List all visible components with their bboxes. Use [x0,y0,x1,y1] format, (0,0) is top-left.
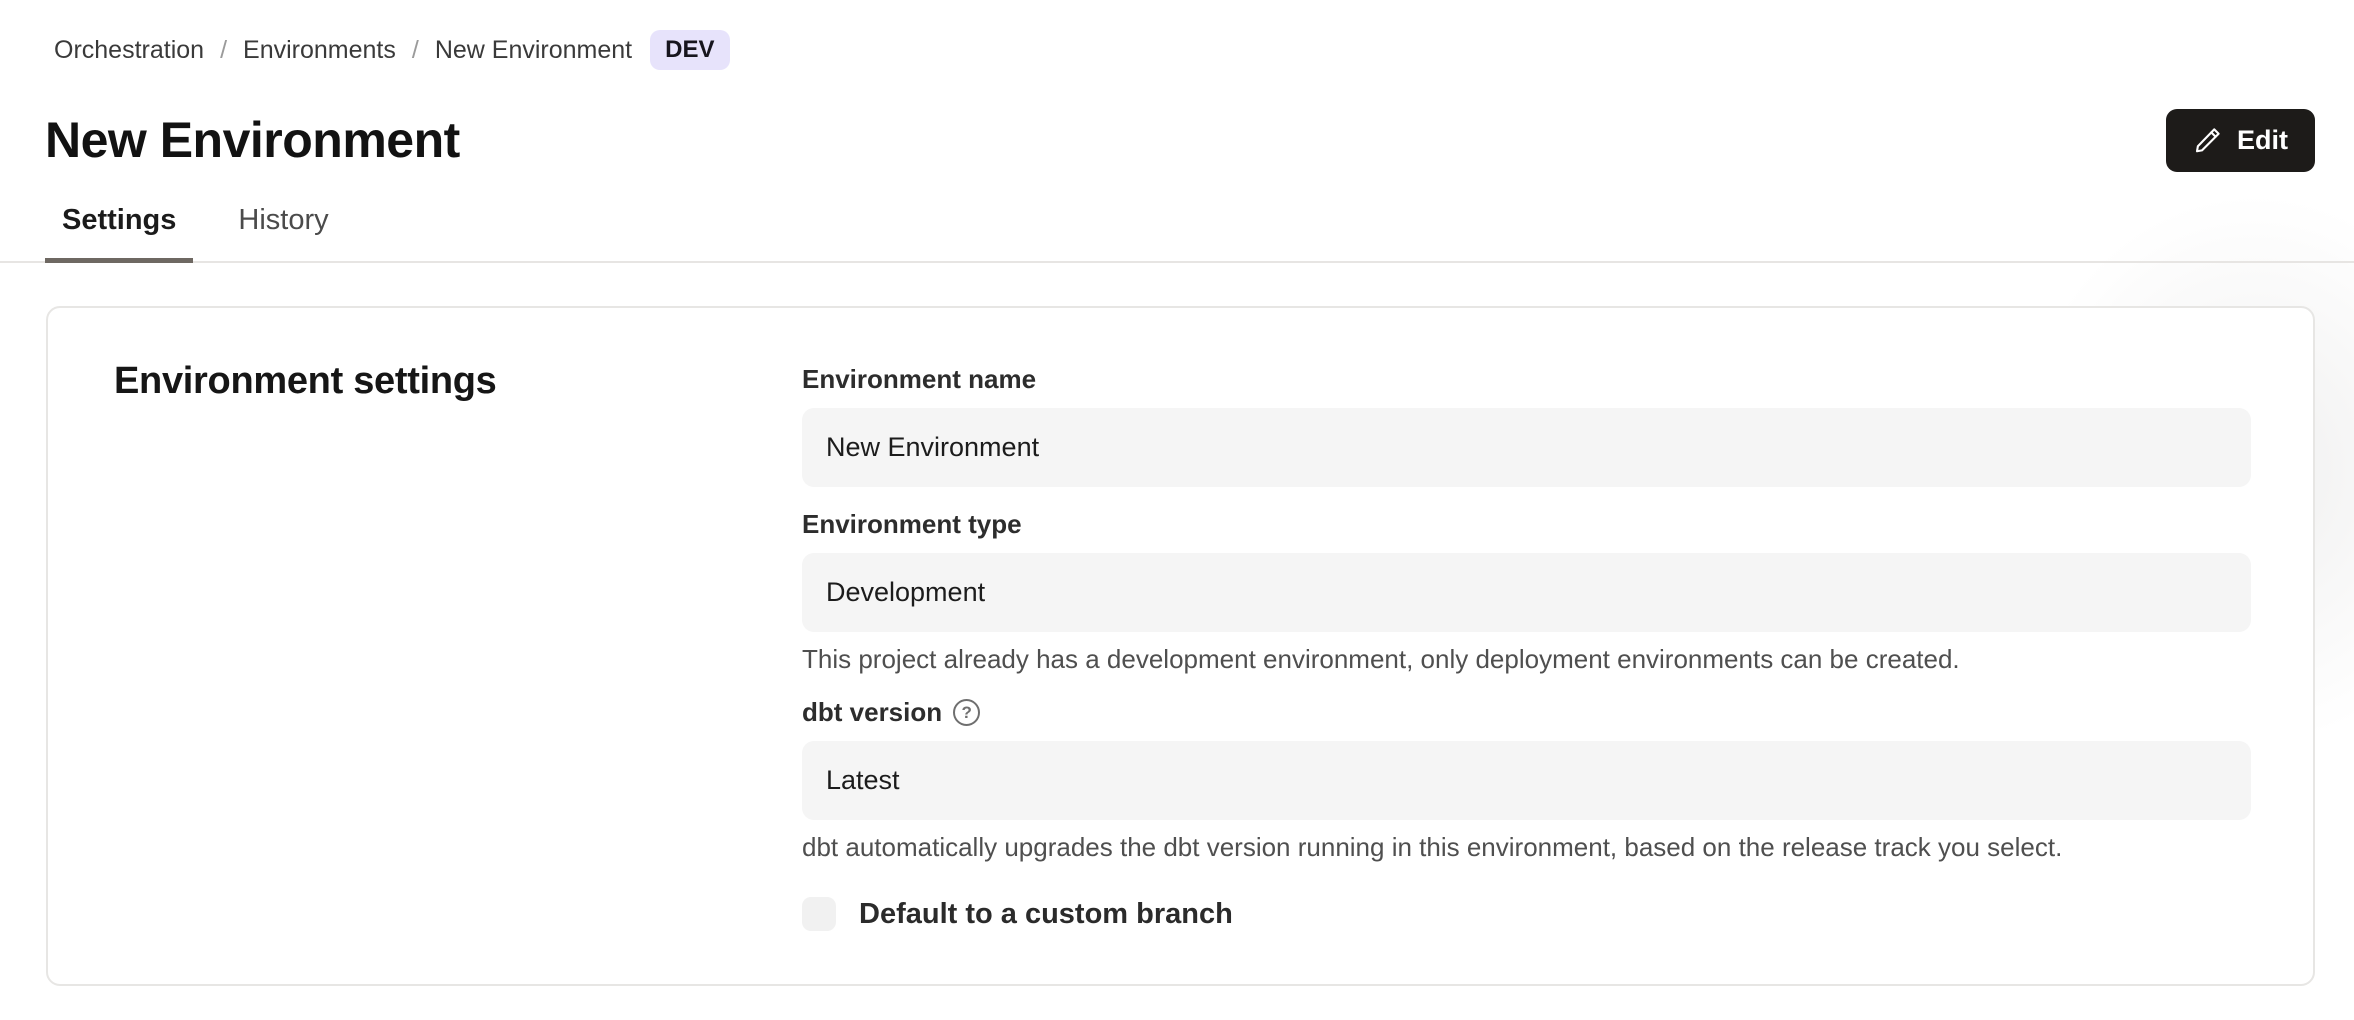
breadcrumb: Orchestration / Environments / New Envir… [54,30,730,70]
environment-name-field: Environment name [802,364,2251,487]
custom-branch-checkbox-label: Default to a custom branch [859,898,1233,931]
breadcrumb-current-page: New Environment [435,36,632,65]
breadcrumb-orchestration[interactable]: Orchestration [54,36,204,65]
dbt-version-field: dbt version ? dbt automatically upgrades… [802,697,2251,863]
help-icon[interactable]: ? [953,699,980,726]
page-title: New Environment [45,111,460,169]
pencil-icon [2193,125,2223,155]
environment-settings-card: Environment settings Environment name En… [46,306,2315,986]
dbt-version-label: dbt version [802,697,942,728]
custom-branch-checkbox-row[interactable]: Default to a custom branch [802,897,2251,931]
environment-name-label: Environment name [802,364,2251,395]
environment-settings-form: Environment name Environment type This p… [802,364,2251,931]
environment-type-helper-text: This project already has a development e… [802,644,2251,675]
dbt-version-helper-text: dbt automatically upgrades the dbt versi… [802,832,2251,863]
environment-name-input[interactable] [802,408,2251,487]
edit-button-label: Edit [2237,125,2288,156]
tab-history[interactable]: History [221,198,345,261]
edit-button[interactable]: Edit [2166,109,2315,172]
page-header: New Environment Edit [45,104,2315,176]
breadcrumb-environments[interactable]: Environments [243,36,396,65]
breadcrumb-separator: / [412,36,419,65]
environment-type-field: Environment type This project already ha… [802,509,2251,675]
tab-settings[interactable]: Settings [45,198,193,261]
breadcrumb-separator: / [220,36,227,65]
environment-type-label: Environment type [802,509,2251,540]
environment-dev-badge: DEV [650,30,729,70]
custom-branch-checkbox[interactable] [802,897,836,931]
dbt-version-input[interactable] [802,741,2251,820]
environment-type-input[interactable] [802,553,2251,632]
tab-bar: Settings History [0,198,2354,263]
section-heading: Environment settings [114,360,497,403]
